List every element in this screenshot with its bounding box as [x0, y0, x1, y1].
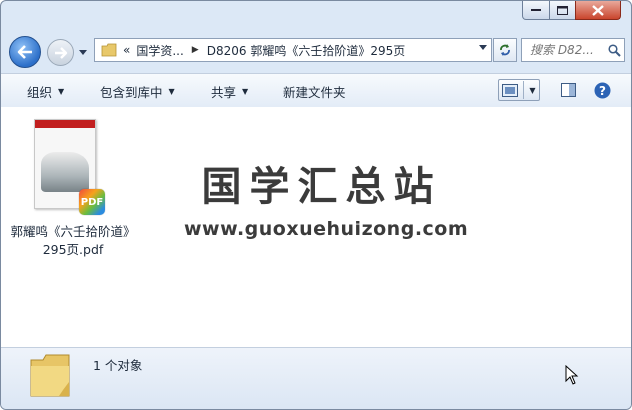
- view-divider: [523, 81, 525, 99]
- chevron-down-icon: ▼: [242, 87, 249, 96]
- maximize-icon: [557, 5, 568, 15]
- address-dropdown-icon[interactable]: [479, 45, 487, 50]
- change-view-button[interactable]: ▼: [498, 79, 540, 101]
- breadcrumb-item-parent[interactable]: 国学资...: [136, 42, 183, 59]
- organize-label: 组织: [27, 85, 53, 100]
- svg-text:?: ?: [599, 84, 606, 98]
- help-button[interactable]: ?: [591, 79, 613, 101]
- refresh-icon: [500, 44, 510, 56]
- watermark-title: 国学汇总站: [201, 164, 442, 210]
- close-icon: [592, 4, 604, 16]
- close-button[interactable]: [575, 1, 621, 20]
- search-box[interactable]: [521, 38, 625, 62]
- forward-button[interactable]: [47, 39, 74, 66]
- folder-icon: [30, 354, 70, 397]
- organize-menu[interactable]: 组织 ▼: [27, 82, 64, 101]
- share-label: 共享: [211, 85, 237, 100]
- item-count: 1 个对象: [93, 358, 143, 373]
- breadcrumb-separator-icon[interactable]: ▶: [192, 45, 199, 55]
- file-list-pane[interactable]: PDF 郭耀鸣《六壬拾阶道》295页.pdf 国学汇总站 www.guoxueh…: [1, 107, 631, 347]
- new-folder-button[interactable]: 新建文件夹: [283, 82, 346, 101]
- pdf-icon: PDF: [79, 189, 105, 215]
- minimize-icon: [531, 9, 541, 11]
- share-menu[interactable]: 共享 ▼: [211, 82, 248, 101]
- minimize-button[interactable]: [522, 1, 550, 20]
- details-pane: 1 个对象: [1, 347, 631, 409]
- preview-pane-button[interactable]: [557, 79, 579, 101]
- back-arrow-icon: [17, 45, 32, 59]
- recent-pages-dropdown[interactable]: [78, 46, 88, 58]
- chevron-down-icon: ▼: [58, 87, 65, 96]
- new-folder-label: 新建文件夹: [283, 85, 346, 100]
- mouse-cursor-icon: [565, 365, 579, 385]
- navigation-bar: « 国学资... ▶ D8206 郭耀鸣《六壬拾阶道》295页: [1, 31, 631, 71]
- back-button[interactable]: [9, 36, 41, 68]
- preview-pane-icon: [560, 83, 576, 97]
- search-icon[interactable]: [608, 43, 621, 57]
- chevron-down-icon: [79, 49, 87, 55]
- breadcrumb-item-current[interactable]: D8206 郭耀鸣《六壬拾阶道》295页: [207, 42, 406, 59]
- view-icon: [502, 83, 519, 97]
- explorer-window: « 国学资... ▶ D8206 郭耀鸣《六壬拾阶道》295页 组织: [0, 0, 632, 410]
- include-in-library-label: 包含到库中: [100, 85, 163, 100]
- refresh-button[interactable]: [493, 38, 517, 62]
- forward-arrow-icon: [54, 46, 67, 59]
- help-icon: ?: [594, 82, 610, 98]
- command-toolbar: 组织 ▼ 包含到库中 ▼ 共享 ▼ 新建文件夹 ▼ ?: [1, 73, 631, 108]
- search-input[interactable]: [528, 42, 606, 58]
- breadcrumb-overflow[interactable]: «: [123, 43, 130, 57]
- watermark: 国学汇总站 www.guoxuehuizong.com: [184, 162, 469, 240]
- view-dropdown-icon[interactable]: ▼: [529, 86, 535, 95]
- file-item-pdf[interactable]: PDF 郭耀鸣《六壬拾阶道》295页.pdf: [7, 111, 139, 261]
- include-in-library-menu[interactable]: 包含到库中 ▼: [100, 82, 175, 101]
- folder-icon: [101, 43, 117, 57]
- address-bar[interactable]: « 国学资... ▶ D8206 郭耀鸣《六壬拾阶道》295页: [94, 38, 492, 62]
- chevron-down-icon: ▼: [168, 87, 175, 96]
- watermark-url: www.guoxuehuizong.com: [184, 218, 469, 240]
- pdf-badge-label: PDF: [80, 196, 104, 208]
- thumbnail-header: [35, 120, 95, 128]
- maximize-button[interactable]: [549, 1, 576, 20]
- thumbnail-painting: [41, 152, 89, 192]
- file-name[interactable]: 郭耀鸣《六壬拾阶道》295页.pdf: [7, 223, 139, 259]
